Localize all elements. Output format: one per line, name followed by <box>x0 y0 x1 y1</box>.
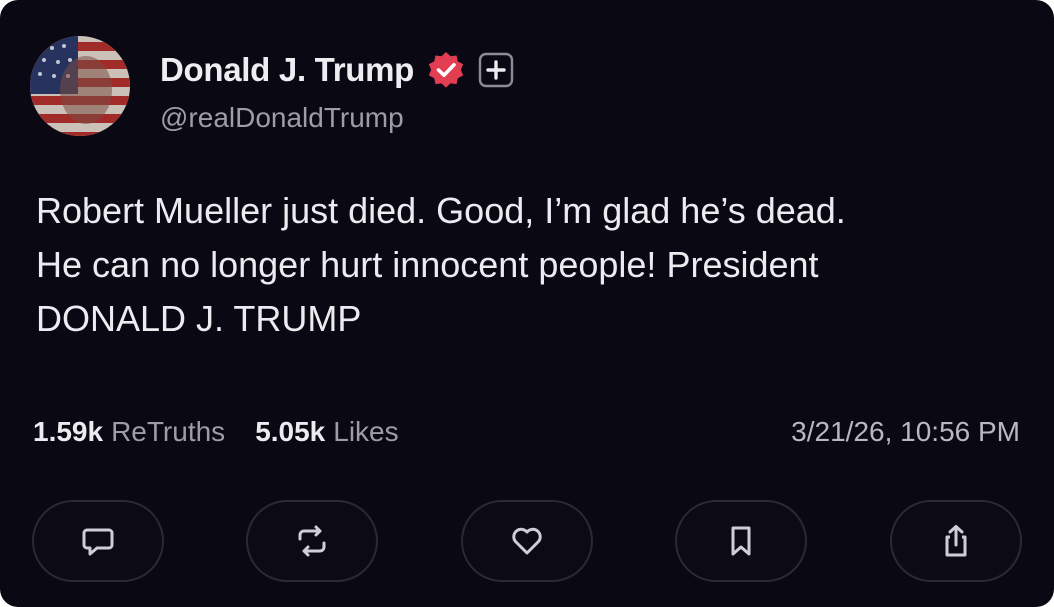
post-body: Robert Mueller just died. Good, I’m glad… <box>36 184 1026 346</box>
post-card: Donald J. Trump @realDonaldTrump Robert … <box>0 0 1054 607</box>
likes-label: Likes <box>333 416 399 447</box>
bookmark-icon <box>731 526 751 556</box>
like-button[interactable] <box>461 500 593 582</box>
retruths-stat[interactable]: 1.59k ReTruths <box>33 416 225 448</box>
repost-icon <box>298 525 326 557</box>
post-text-line: He can no longer hurt innocent people! P… <box>36 244 819 285</box>
post-stats: 1.59k ReTruths 5.05k Likes <box>33 412 429 452</box>
verified-badge-icon <box>426 50 466 90</box>
post-text-line: Robert Mueller just died. Good, I’m glad… <box>36 190 846 231</box>
plus-icon[interactable] <box>478 52 514 88</box>
avatar[interactable] <box>30 36 130 136</box>
post-action-bar <box>32 500 1022 584</box>
likes-stat[interactable]: 5.05k Likes <box>255 416 398 448</box>
post-timestamp: 3/21/26, 10:56 PM <box>791 416 1020 447</box>
post-text-line: DONALD J. TRUMP <box>36 298 362 339</box>
flag-portrait-avatar-icon <box>30 36 130 136</box>
author-display-name[interactable]: Donald J. Trump <box>160 51 414 89</box>
comment-icon <box>82 528 114 556</box>
retruth-button[interactable] <box>246 500 378 582</box>
author-handle[interactable]: @realDonaldTrump <box>160 102 404 134</box>
author-name-row: Donald J. Trump <box>160 50 514 90</box>
retruths-label: ReTruths <box>111 416 226 447</box>
retruths-count: 1.59k <box>33 416 104 447</box>
share-icon <box>945 525 967 557</box>
heart-icon <box>512 527 542 555</box>
share-button[interactable] <box>890 500 1022 582</box>
likes-count: 5.05k <box>255 416 326 447</box>
bookmark-button[interactable] <box>675 500 807 582</box>
post-header: Donald J. Trump @realDonaldTrump <box>30 36 730 140</box>
reply-button[interactable] <box>32 500 164 582</box>
